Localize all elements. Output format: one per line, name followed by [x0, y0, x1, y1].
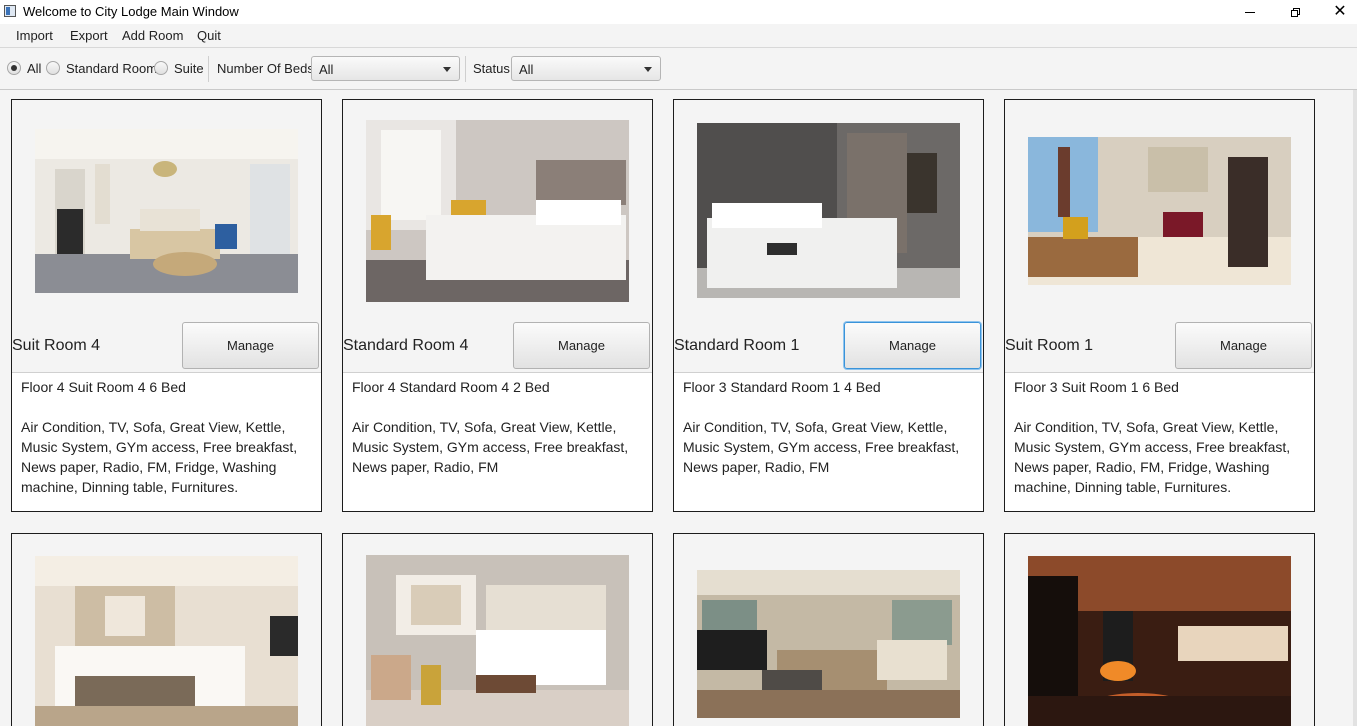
- restore-button[interactable]: [1272, 0, 1318, 24]
- room-name: Standard Room 4: [343, 337, 469, 354]
- status-label: Status: [473, 61, 510, 76]
- chevron-down-icon: [644, 67, 652, 72]
- close-icon: ✕: [1333, 3, 1347, 20]
- toolbar-separator: [208, 56, 209, 82]
- manage-button[interactable]: Manage: [844, 322, 981, 369]
- room-card: Standard Room 4 Manage Floor 4 Standard …: [342, 99, 653, 512]
- radio-standard-room-label[interactable]: Standard Room: [66, 61, 157, 76]
- room-photo: [697, 570, 960, 718]
- room-card: [11, 533, 322, 726]
- room-photo: [366, 120, 629, 302]
- manage-button[interactable]: Manage: [513, 322, 650, 369]
- menu-import[interactable]: Import: [16, 28, 53, 43]
- room-card: Standard Room 1 Manage Floor 3 Standard …: [673, 99, 984, 512]
- room-features: Air Condition, TV, Sofa, Great View, Ket…: [352, 419, 629, 475]
- toolbar-separator: [465, 56, 466, 82]
- room-card: Suit Room 1 Manage Floor 3 Suit Room 1 6…: [1004, 99, 1315, 512]
- radio-all[interactable]: [7, 61, 21, 75]
- room-photo: [35, 129, 298, 293]
- app-icon: [4, 5, 16, 17]
- room-details: Floor 3 Standard Room 1 4 Bed Air Condit…: [674, 372, 983, 511]
- beds-combo[interactable]: All: [311, 56, 460, 81]
- room-photo: [35, 556, 298, 726]
- rooms-grid: Suit Room 4 Manage Floor 4 Suit Room 4 6…: [0, 90, 1357, 726]
- manage-button[interactable]: Manage: [1175, 322, 1312, 369]
- room-card: [342, 533, 653, 726]
- menu-quit[interactable]: Quit: [197, 28, 221, 43]
- room-card: Suit Room 4 Manage Floor 4 Suit Room 4 6…: [11, 99, 322, 512]
- room-details: Floor 3 Suit Room 1 6 Bed Air Condition,…: [1005, 372, 1314, 511]
- radio-standard-room[interactable]: [46, 61, 60, 75]
- room-details: Floor 4 Suit Room 4 6 Bed Air Condition,…: [12, 372, 321, 511]
- room-location: Floor 3 Suit Room 1 6 Bed: [1014, 379, 1179, 395]
- minimize-icon: [1245, 11, 1255, 13]
- radio-suite-label[interactable]: Suite: [174, 61, 204, 76]
- room-features: Air Condition, TV, Sofa, Great View, Ket…: [1014, 419, 1291, 495]
- room-location: Floor 4 Suit Room 4 6 Bed: [21, 379, 186, 395]
- beds-label: Number Of Beds: [217, 61, 314, 76]
- room-card: [1004, 533, 1315, 726]
- menu-add-room[interactable]: Add Room: [122, 28, 183, 43]
- radio-all-label[interactable]: All: [27, 61, 41, 76]
- room-name: Suit Room 4: [12, 337, 101, 354]
- vertical-scrollbar[interactable]: [1353, 90, 1357, 726]
- room-name: Standard Room 1: [674, 337, 800, 354]
- manage-button[interactable]: Manage: [182, 322, 319, 369]
- room-card: [673, 533, 984, 726]
- room-features: Air Condition, TV, Sofa, Great View, Ket…: [21, 419, 298, 495]
- room-photo: [1028, 137, 1291, 285]
- minimize-button[interactable]: [1227, 0, 1273, 24]
- room-photo: [366, 555, 629, 726]
- restore-icon: [1290, 7, 1300, 17]
- room-features: Air Condition, TV, Sofa, Great View, Ket…: [683, 419, 960, 475]
- room-name: Suit Room 1: [1005, 337, 1094, 354]
- room-photo: [697, 123, 960, 298]
- radio-suite[interactable]: [154, 61, 168, 75]
- menu-export[interactable]: Export: [70, 28, 108, 43]
- filter-toolbar: All Standard Room Suite Number Of Beds A…: [0, 48, 1357, 90]
- close-button[interactable]: ✕: [1317, 0, 1357, 24]
- chevron-down-icon: [443, 67, 451, 72]
- beds-combo-value: All: [319, 62, 334, 77]
- menu-bar: Import Export Add Room Quit: [0, 24, 1357, 48]
- room-location: Floor 3 Standard Room 1 4 Bed: [683, 379, 881, 395]
- window-title: Welcome to City Lodge Main Window: [23, 4, 239, 19]
- status-combo[interactable]: All: [511, 56, 661, 81]
- status-combo-value: All: [519, 62, 534, 77]
- room-location: Floor 4 Standard Room 4 2 Bed: [352, 379, 550, 395]
- title-bar: Welcome to City Lodge Main Window ✕: [0, 0, 1357, 24]
- room-details: Floor 4 Standard Room 4 2 Bed Air Condit…: [343, 372, 652, 511]
- room-photo: [1028, 556, 1291, 726]
